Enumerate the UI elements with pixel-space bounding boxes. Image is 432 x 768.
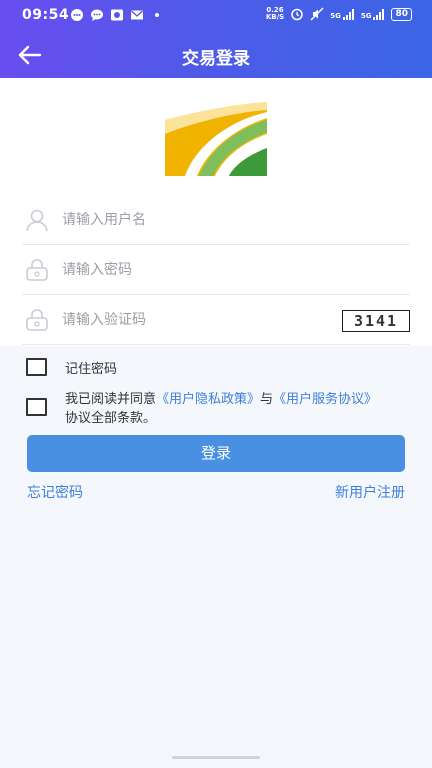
chat-bubble-icon [71,9,83,21]
network-speed: 0.26 KB/S [265,6,285,21]
home-indicator[interactable] [172,756,260,759]
lock-icon [26,259,48,281]
signal-2: 5G [361,8,386,20]
privacy-policy-link[interactable]: 《用户隐私政策》 [156,392,260,407]
status-time: 09:54 [22,7,70,23]
battery-indicator: 80 [391,7,412,21]
notification-icons [70,8,164,22]
status-right: 0.26 KB/S 5G 5G 80 [266,7,412,21]
register-link[interactable]: 新用户注册 [335,482,405,502]
login-button[interactable]: 登录 [27,435,405,472]
agreement-text: 我已阅读并同意《用户隐私政策》与《用户服务协议》 协议全部条款。 [65,392,378,426]
status-bar: 09:54 0.26 KB/S 5G 5G 80 [0,0,432,32]
message-icon [91,9,103,21]
captcha-field: 3141 [22,296,410,345]
mail-icon [131,10,143,20]
signal-icon [342,8,354,20]
captcha-input[interactable] [62,309,332,331]
captcha-image[interactable]: 3141 [342,310,410,332]
username-input[interactable] [62,209,332,231]
service-agreement-link[interactable]: 《用户服务协议》 [273,392,377,407]
user-icon [26,209,48,232]
agreement-checkbox[interactable] [26,398,47,416]
remember-checkbox[interactable] [26,358,47,376]
password-field [22,246,410,295]
app-logo [165,98,267,176]
username-field [22,196,410,245]
page-title: 交易登录 [182,49,250,69]
password-input[interactable] [62,259,332,281]
forgot-password-link[interactable]: 忘记密码 [27,482,83,502]
dot-icon [155,13,159,17]
signal-icon [373,8,385,20]
app-header: 交易登录 [0,32,432,78]
camera-icon [111,9,123,21]
signal-1: 5G [330,8,355,20]
remember-label: 记住密码 [65,362,118,377]
alarm-icon [291,8,303,21]
lock-icon [26,309,48,331]
mute-icon [310,7,324,21]
